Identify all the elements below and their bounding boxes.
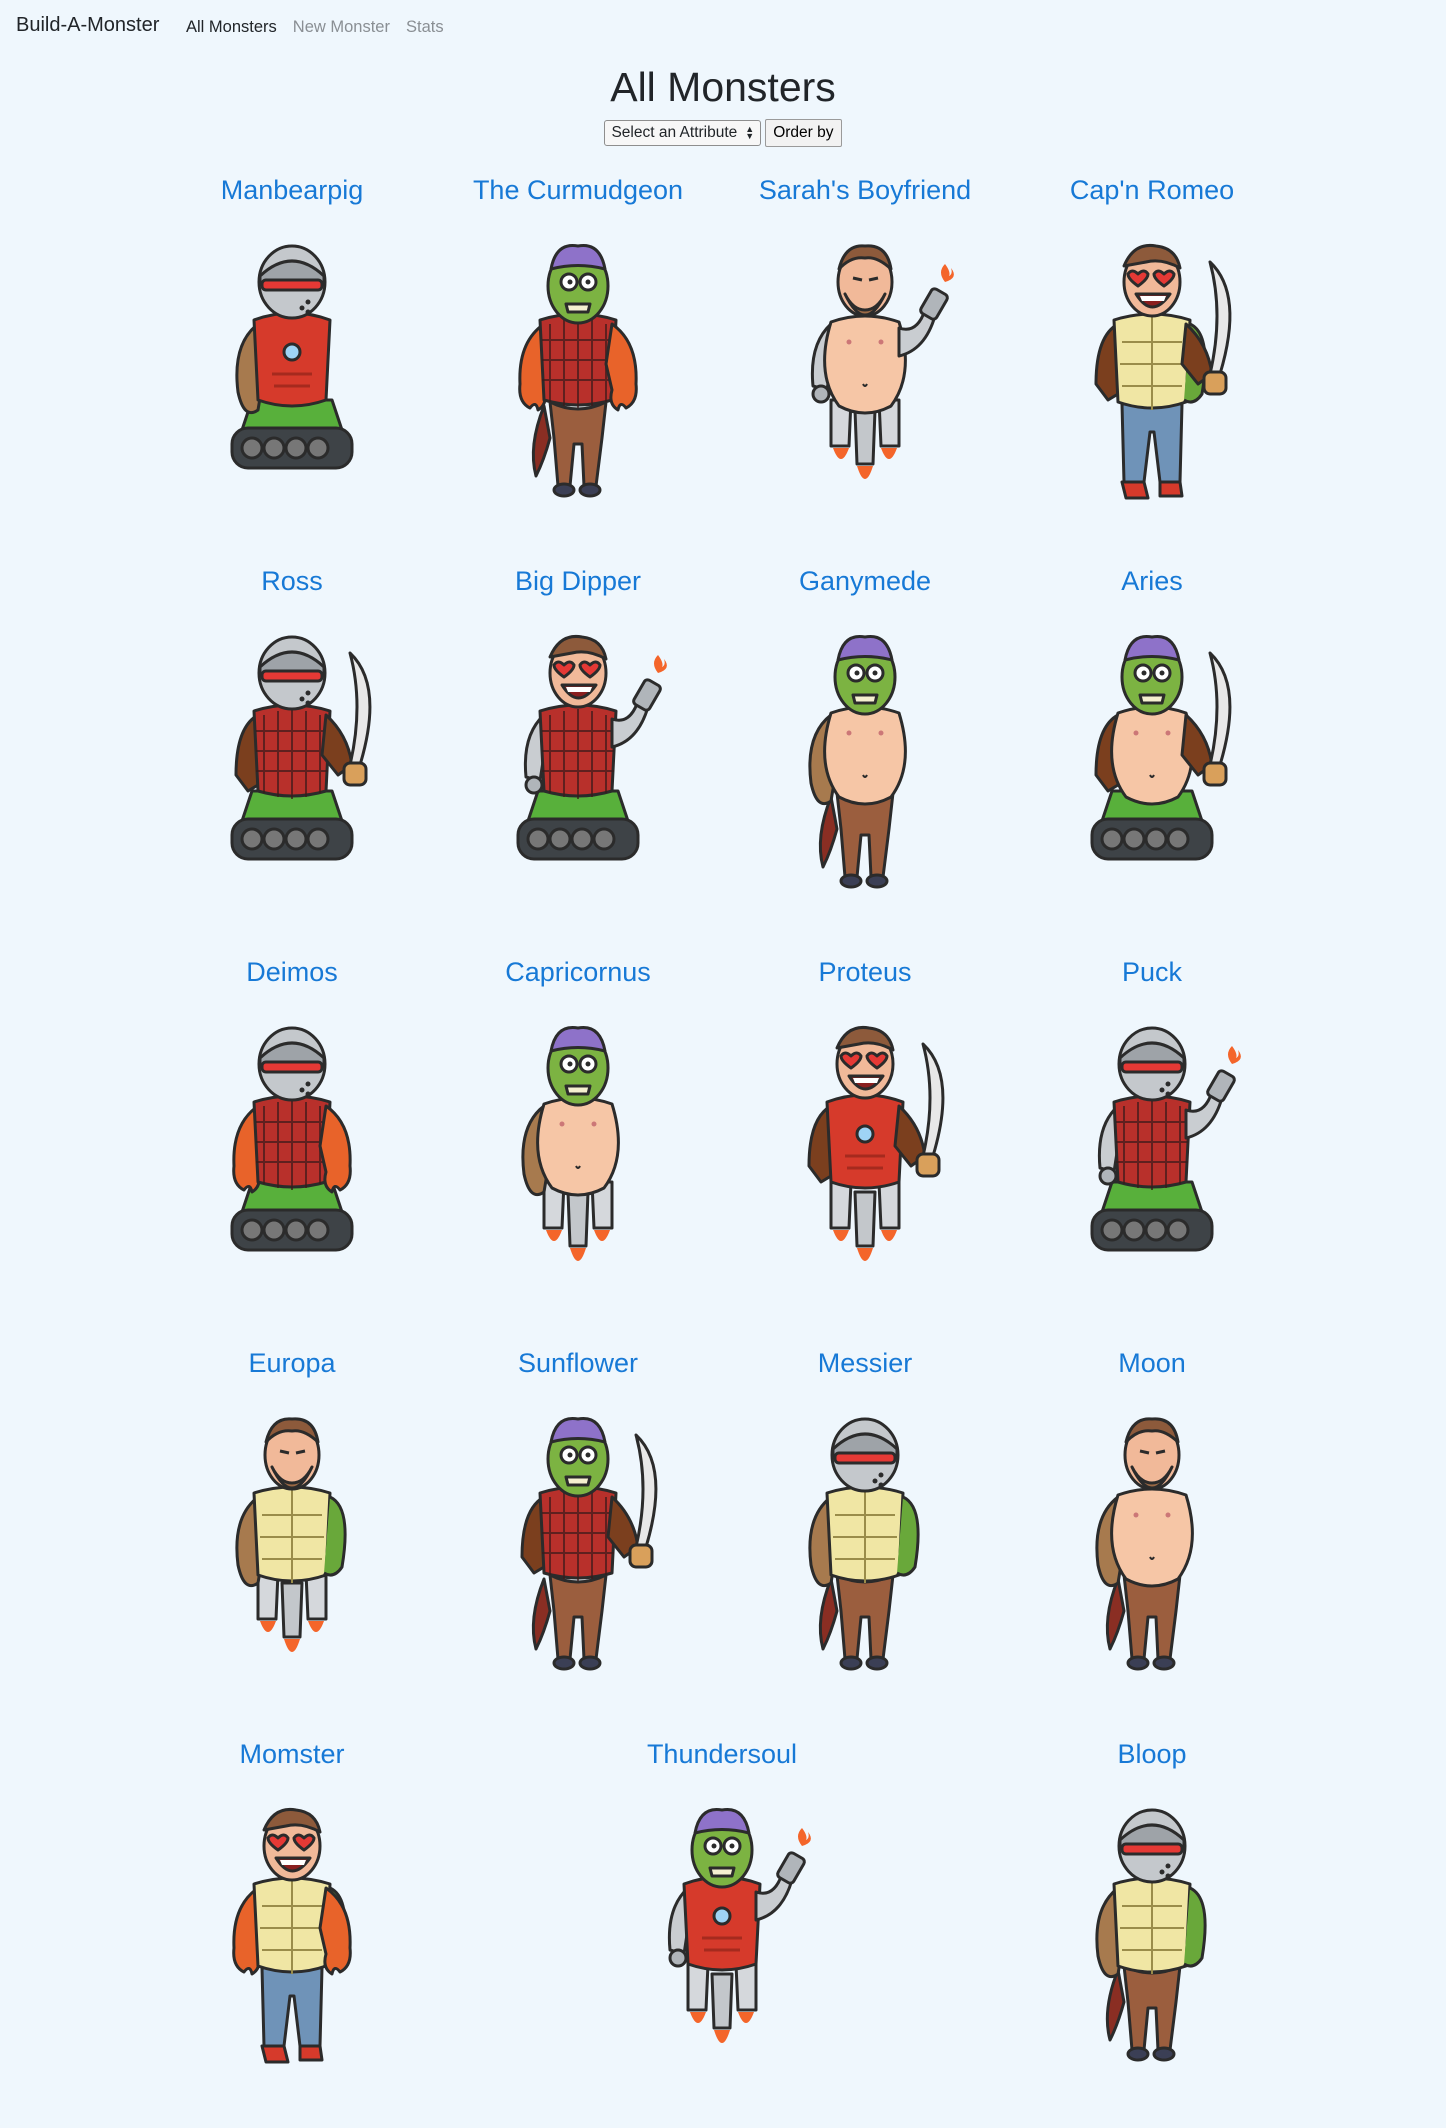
select-arrows-icon: ▲ ▼ — [745, 124, 755, 141]
monster-image[interactable] — [448, 224, 708, 514]
monster-image[interactable] — [735, 1397, 995, 1687]
monster-name-link[interactable]: Deimos — [162, 952, 422, 992]
monster-card: Sarah's Boyfriend — [735, 170, 995, 514]
monster-image[interactable] — [735, 1006, 995, 1296]
monster-name-link[interactable]: Big Dipper — [448, 561, 708, 601]
monster-illustration-bloop-icon — [1095, 1808, 1207, 2062]
attribute-select[interactable]: Select an Attribute ▲ ▼ — [604, 120, 762, 146]
monster-image[interactable] — [162, 1397, 422, 1687]
monster-name-link[interactable]: Manbearpig — [162, 170, 422, 210]
monster-illustration-ross-icon — [230, 635, 372, 861]
monster-name-link[interactable]: Bloop — [1022, 1734, 1282, 1774]
monster-image[interactable] — [162, 224, 422, 514]
monster-name-link[interactable]: Cap'n Romeo — [1022, 170, 1282, 210]
monster-name-link[interactable]: Proteus — [735, 952, 995, 992]
monster-image[interactable] — [592, 1788, 852, 2078]
monster-illustration-deimos-icon — [230, 1026, 354, 1252]
monster-illustration-messier-icon — [808, 1417, 920, 1671]
monster-image[interactable] — [448, 1006, 708, 1296]
monster-name-link[interactable]: Thundersoul — [592, 1734, 852, 1774]
brand-link[interactable]: Build-A-Monster — [16, 14, 159, 37]
order-by-button[interactable]: Order by — [765, 119, 842, 147]
monster-image[interactable] — [448, 1397, 708, 1687]
monster-card: Manbearpig — [162, 170, 422, 514]
monster-illustration-puck-icon — [1090, 1026, 1241, 1252]
monster-illustration-aries-icon — [1090, 634, 1232, 861]
monster-image[interactable] — [1022, 1788, 1282, 2078]
nav-link-stats[interactable]: Stats — [406, 18, 444, 37]
monster-image[interactable] — [1022, 224, 1282, 514]
monster-illustration-ganymede-icon — [808, 634, 907, 889]
monster-name-link[interactable]: Aries — [1022, 561, 1282, 601]
monster-card: Bloop — [1022, 1734, 1282, 2078]
monster-name-link[interactable]: Capricornus — [448, 952, 708, 992]
monster-illustration-capricornus-icon — [521, 1025, 620, 1261]
monster-image[interactable] — [1022, 1397, 1282, 1687]
attribute-select-value: Select an Attribute — [611, 124, 738, 141]
monster-illustration-europa-icon — [235, 1417, 347, 1652]
monster-card: Deimos — [162, 952, 422, 1296]
monster-card: Messier — [735, 1343, 995, 1687]
page-title: All Monsters — [610, 64, 836, 110]
monster-card: Cap'n Romeo — [1022, 170, 1282, 514]
monster-name-link[interactable]: Sarah's Boyfriend — [735, 170, 995, 210]
monster-image[interactable] — [448, 615, 708, 905]
monster-image[interactable] — [162, 1788, 422, 2078]
monster-card: Moon — [1022, 1343, 1282, 1687]
monster-image[interactable] — [162, 615, 422, 905]
monster-card: Aries — [1022, 561, 1282, 905]
monster-card: Puck — [1022, 952, 1282, 1296]
nav-links: All Monsters New Monster Stats — [186, 18, 444, 37]
monster-illustration-big-dipper-icon — [516, 634, 667, 861]
monster-name-link[interactable]: Ross — [162, 561, 422, 601]
monster-illustration-cap-n-romeo-icon — [1094, 243, 1232, 500]
nav-link-all-monsters[interactable]: All Monsters — [186, 18, 277, 37]
monster-image[interactable] — [162, 1006, 422, 1296]
monster-name-link[interactable]: The Curmudgeon — [448, 170, 708, 210]
monster-card: Thundersoul — [592, 1734, 852, 2078]
monster-name-link[interactable]: Ganymede — [735, 561, 995, 601]
monster-name-link[interactable]: Europa — [162, 1343, 422, 1383]
monster-card: Capricornus — [448, 952, 708, 1296]
monster-card: Momster — [162, 1734, 422, 2078]
monster-illustration-thundersoul-icon — [667, 1807, 811, 2043]
monster-image[interactable] — [1022, 615, 1282, 905]
monster-card: Europa — [162, 1343, 422, 1687]
monster-illustration-sarah-s-boyfriend-icon — [810, 244, 954, 479]
nav-link-new-monster[interactable]: New Monster — [293, 18, 390, 37]
monster-illustration-manbearpig-icon — [230, 244, 354, 470]
monster-card: Ganymede — [735, 561, 995, 905]
monster-card: Ross — [162, 561, 422, 905]
monster-name-link[interactable]: Messier — [735, 1343, 995, 1383]
monster-illustration-sunflower-icon — [520, 1416, 658, 1671]
monster-name-link[interactable]: Puck — [1022, 952, 1282, 992]
monster-illustration-momster-icon — [232, 1807, 352, 2064]
monster-name-link[interactable]: Momster — [162, 1734, 422, 1774]
monster-card: Sunflower — [448, 1343, 708, 1687]
monster-illustration-the-curmudgeon-icon — [518, 243, 638, 498]
monster-image[interactable] — [735, 615, 995, 905]
monster-card: Proteus — [735, 952, 995, 1296]
monster-image[interactable] — [1022, 1006, 1282, 1296]
sort-controls: Select an Attribute ▲ ▼ Order by — [0, 119, 1446, 147]
navbar: Build-A-Monster All Monsters New Monster… — [0, 0, 1446, 56]
monster-image[interactable] — [735, 224, 995, 514]
monster-name-link[interactable]: Moon — [1022, 1343, 1282, 1383]
monster-name-link[interactable]: Sunflower — [448, 1343, 708, 1383]
monster-illustration-proteus-icon — [807, 1025, 945, 1261]
monster-card: Big Dipper — [448, 561, 708, 905]
monster-illustration-moon-icon — [1095, 1417, 1194, 1671]
monster-card: The Curmudgeon — [448, 170, 708, 514]
